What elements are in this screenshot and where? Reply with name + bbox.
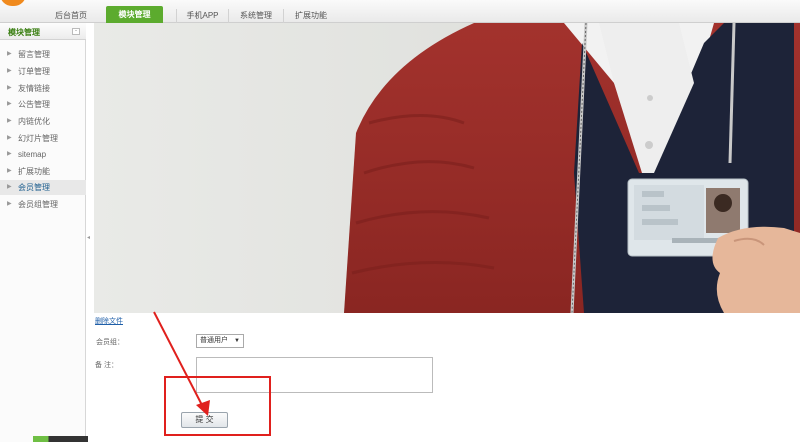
sidebar-item-members[interactable]: ▶ 会员管理 [0, 180, 86, 195]
chevron-down-icon: ▼ [234, 338, 240, 344]
sidebar-item-label: 友情链接 [18, 84, 50, 93]
submit-button[interactable]: 提 交 [181, 412, 228, 428]
sidebar-item-label: 扩展功能 [18, 167, 50, 176]
member-group-label: 会员组： [96, 339, 124, 346]
arrow-right-icon: ▶ [7, 118, 12, 124]
sidebar-item-label: 内链优化 [18, 117, 50, 126]
tab-home[interactable]: 后台首页 [50, 9, 92, 23]
sidebar-item-label: 订单管理 [18, 67, 50, 76]
tab-module-management[interactable]: 模块管理 [106, 6, 163, 23]
top-nav-bar: 后台首页 模块管理 手机APP 系统管理 扩展功能 [0, 0, 800, 23]
sidebar-item-label: 会员管理 [18, 183, 50, 192]
arrow-right-icon: ▶ [7, 135, 12, 141]
tab-system-management[interactable]: 系统管理 [228, 9, 283, 23]
delete-file-link[interactable]: 删除文件 [95, 316, 123, 326]
arrow-right-icon: ▶ [7, 168, 12, 174]
sidebar-item-friend-links[interactable]: ▶ 友情链接 [0, 81, 86, 96]
sidebar-item-label: 公告管理 [18, 100, 50, 109]
sidebar-item-announcements[interactable]: ▶ 公告管理 [0, 97, 86, 112]
sidebar-item-extensions[interactable]: ▶ 扩展功能 [0, 164, 86, 179]
sidebar-header: 模块管理 - [0, 23, 86, 40]
tab-extensions[interactable]: 扩展功能 [283, 9, 338, 23]
sidebar-item-label: 留言管理 [18, 50, 50, 59]
sidebar-item-label: 幻灯片管理 [18, 134, 58, 143]
arrow-right-icon: ▶ [7, 151, 12, 157]
arrow-right-icon: ▶ [7, 51, 12, 57]
sidebar: 模块管理 - ▶ 留言管理 ▶ 订单管理 ▶ 友情链接 ▶ 公告管理 ▶ 内链优化 ▶ 幻灯… [0, 23, 88, 442]
tab-mobile-app[interactable]: 手机APP [176, 9, 228, 23]
member-group-select[interactable]: 普通用户 ▼ [196, 334, 244, 348]
uploaded-id-card-photo [94, 23, 800, 313]
logo [0, 0, 26, 6]
sidebar-item-label: sitemap [18, 150, 47, 159]
arrow-right-icon: ▶ [7, 68, 12, 74]
sidebar-title: 模块管理 [8, 28, 40, 37]
member-group-value: 普通用户 [200, 337, 228, 344]
status-badge [33, 436, 88, 442]
sidebar-item-internal-links[interactable]: ▶ 内链优化 [0, 114, 86, 129]
arrow-right-icon: ▶ [7, 101, 12, 107]
sidebar-item-slideshow[interactable]: ▶ 幻灯片管理 [0, 131, 86, 146]
arrow-right-icon: ▶ [7, 184, 12, 190]
remark-label: 备 注： [95, 362, 118, 369]
collapse-icon[interactable]: - [72, 28, 80, 35]
main-content: 删除文件 会员组： 普通用户 ▼ 备 注： 提 交 [94, 23, 800, 442]
arrow-right-icon: ▶ [7, 85, 12, 91]
splitter-handle-icon[interactable]: ◂ [87, 234, 91, 242]
remark-textarea[interactable] [196, 357, 433, 393]
sidebar-item-messages[interactable]: ▶ 留言管理 [0, 47, 86, 62]
sidebar-item-label: 会员组管理 [18, 200, 58, 209]
arrow-right-icon: ▶ [7, 201, 12, 207]
sidebar-item-member-groups[interactable]: ▶ 会员组管理 [0, 197, 86, 212]
sidebar-item-orders[interactable]: ▶ 订单管理 [0, 64, 86, 79]
sidebar-item-sitemap[interactable]: ▶ sitemap [0, 147, 86, 162]
